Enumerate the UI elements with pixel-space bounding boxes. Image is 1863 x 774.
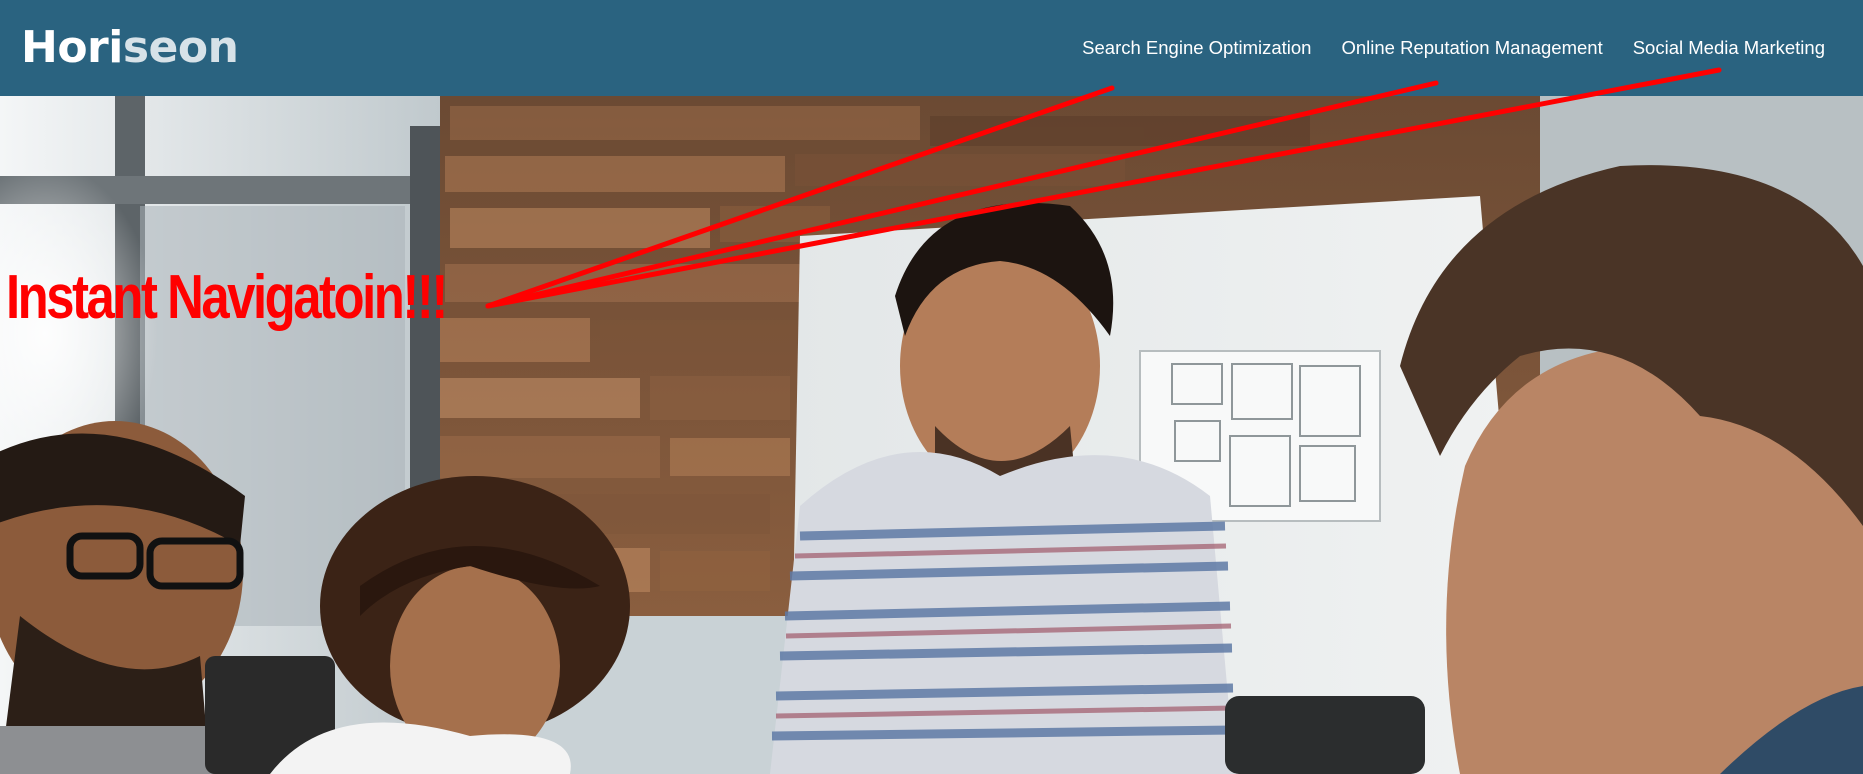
hero-image (0, 96, 1863, 774)
logo-text-secondary: seon (122, 22, 239, 73)
logo-text-primary: Hori (21, 22, 123, 73)
main-nav: Search Engine Optimization Online Reputa… (1082, 34, 1825, 62)
team-meeting-photo-icon (0, 96, 1863, 774)
nav-link-search-engine-optimization[interactable]: Search Engine Optimization (1082, 34, 1311, 62)
annotation-label: Instant Navigatoin!!! (6, 263, 448, 332)
page: Horiseon Search Engine Optimization Onli… (0, 0, 1863, 774)
nav-link-online-reputation-management[interactable]: Online Reputation Management (1341, 34, 1602, 62)
logo[interactable]: Horiseon (21, 18, 239, 78)
site-header: Horiseon Search Engine Optimization Onli… (0, 0, 1863, 96)
nav-link-social-media-marketing[interactable]: Social Media Marketing (1633, 34, 1825, 62)
